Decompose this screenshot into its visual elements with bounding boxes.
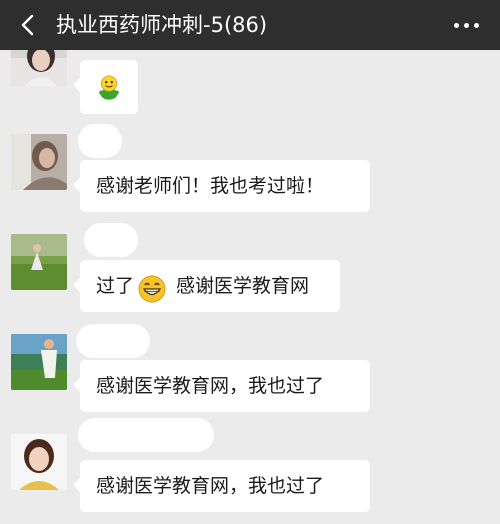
avatar[interactable] bbox=[11, 234, 67, 290]
sticker-message[interactable] bbox=[73, 60, 138, 114]
message-text: 感谢医学教育网，我也过了 bbox=[96, 475, 325, 497]
more-dots-icon bbox=[453, 22, 459, 28]
avatar[interactable] bbox=[11, 50, 67, 86]
title-bar: 执业西药师冲刺-5(86) bbox=[0, 0, 500, 50]
message-bubble[interactable]: 过了 感谢医学教育网 bbox=[73, 260, 340, 312]
avatar[interactable] bbox=[11, 434, 67, 490]
chat-title: 执业西药师冲刺-5(86) bbox=[56, 13, 268, 37]
nickname-blurred bbox=[78, 124, 122, 158]
message-bubble[interactable]: 感谢老师们！我也考过啦！ bbox=[73, 160, 370, 212]
avatar[interactable] bbox=[11, 134, 67, 190]
message-bubble[interactable]: 感谢医学教育网，我也过了 bbox=[73, 460, 370, 512]
back-button[interactable] bbox=[8, 5, 48, 45]
grinning-face-emoji bbox=[138, 271, 166, 302]
message-text: 感谢老师们！我也考过啦！ bbox=[96, 175, 325, 197]
green-smiley-sticker bbox=[99, 75, 119, 100]
message-text: 感谢医学教育网，我也过了 bbox=[96, 375, 325, 397]
nickname-blurred bbox=[76, 324, 150, 358]
message-bubble[interactable]: 感谢医学教育网，我也过了 bbox=[73, 360, 370, 412]
nickname-blurred bbox=[84, 223, 138, 257]
chevron-left-icon bbox=[21, 14, 34, 36]
message-text-after-emoji: 感谢医学教育网 bbox=[170, 275, 310, 297]
chat-message-list[interactable]: 感谢老师们！我也考过啦！ 过了 感谢医学教育网 感谢医学教育网，我也过了 感谢医… bbox=[0, 50, 500, 524]
avatar[interactable] bbox=[11, 334, 67, 390]
more-options-button[interactable] bbox=[446, 10, 486, 40]
nickname-blurred bbox=[78, 418, 214, 452]
message-text-before-emoji: 过了 bbox=[96, 275, 135, 297]
